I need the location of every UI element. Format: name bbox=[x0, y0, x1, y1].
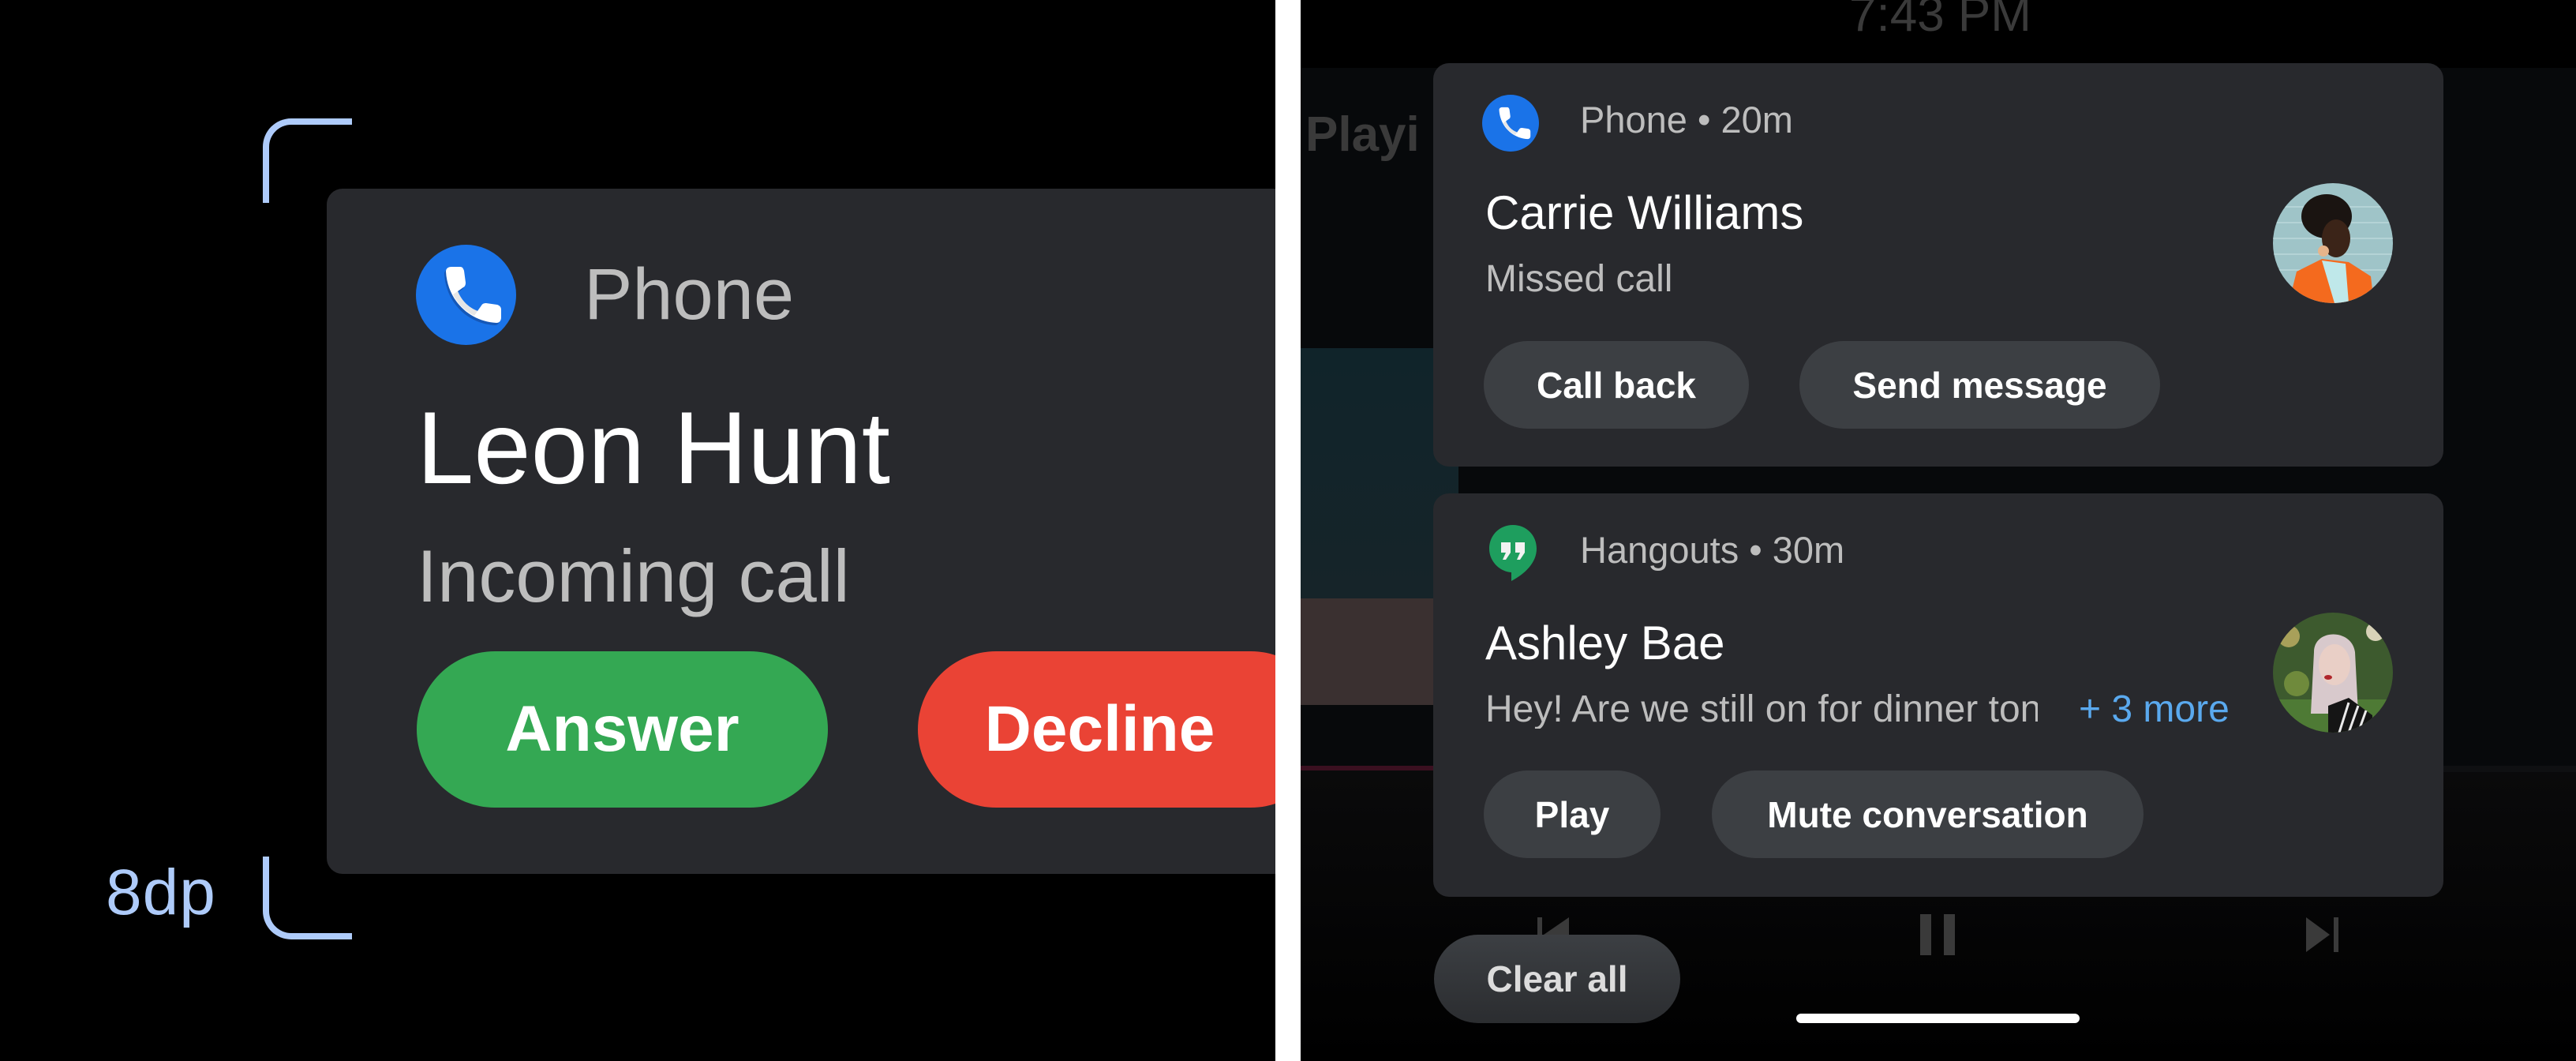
play-button[interactable]: Play bbox=[1484, 770, 1661, 858]
notification-text: Hey! Are we still on for dinner tonight? bbox=[1485, 691, 2038, 729]
phone-icon bbox=[416, 245, 516, 345]
clear-all-button[interactable]: Clear all bbox=[1434, 935, 1680, 1023]
panel-divider bbox=[1275, 0, 1301, 1061]
call-status: Incoming call bbox=[417, 534, 850, 617]
pause-icon[interactable] bbox=[1920, 914, 1956, 957]
more-messages-link[interactable]: + 3 more bbox=[2079, 691, 2230, 729]
answer-button[interactable]: Answer bbox=[417, 651, 828, 808]
spacing-annotation-label: 8dp bbox=[106, 857, 216, 928]
caller-name: Leon Hunt bbox=[417, 390, 890, 505]
send-message-button[interactable]: Send message bbox=[1799, 341, 2160, 429]
skip-next-icon[interactable] bbox=[2306, 917, 2341, 954]
avatar-carrie-williams bbox=[2273, 183, 2393, 303]
home-indicator[interactable] bbox=[1796, 1014, 2080, 1023]
app-name: Phone bbox=[584, 254, 795, 335]
background-now-playing-title: Playi bbox=[1305, 107, 1420, 162]
notification-text: Missed call bbox=[1485, 258, 1673, 300]
call-back-button[interactable]: Call back bbox=[1484, 341, 1749, 429]
decline-button[interactable]: Decline bbox=[918, 651, 1275, 808]
notification-header: Phone • 20m bbox=[1580, 99, 1793, 141]
avatar-ashley-bae bbox=[2273, 613, 2393, 733]
notification-header: Hangouts • 30m bbox=[1580, 529, 1845, 571]
notification-hangouts-message[interactable]: Hangouts • 30m Ashley Bae Hey! Are we st… bbox=[1433, 493, 2443, 897]
status-bar-clock: 7:43 PM bbox=[1849, 0, 2031, 42]
notification-missed-call[interactable]: Phone • 20m Carrie Williams Missed call … bbox=[1433, 63, 2443, 467]
hangouts-icon bbox=[1487, 523, 1539, 582]
phone-icon bbox=[1482, 95, 1539, 152]
notification-title: Carrie Williams bbox=[1485, 186, 1804, 239]
media-progress-remaining bbox=[2437, 766, 2576, 772]
mute-conversation-button[interactable]: Mute conversation bbox=[1712, 770, 2144, 858]
notification-title: Ashley Bae bbox=[1485, 617, 1725, 669]
incoming-call-spec-panel: 8dp Phone Leon Hunt Incoming call Answer… bbox=[0, 0, 1275, 1061]
notification-shade-panel: 7:43 PM Playi Phone • 20m Carrie William… bbox=[1301, 0, 2576, 1061]
